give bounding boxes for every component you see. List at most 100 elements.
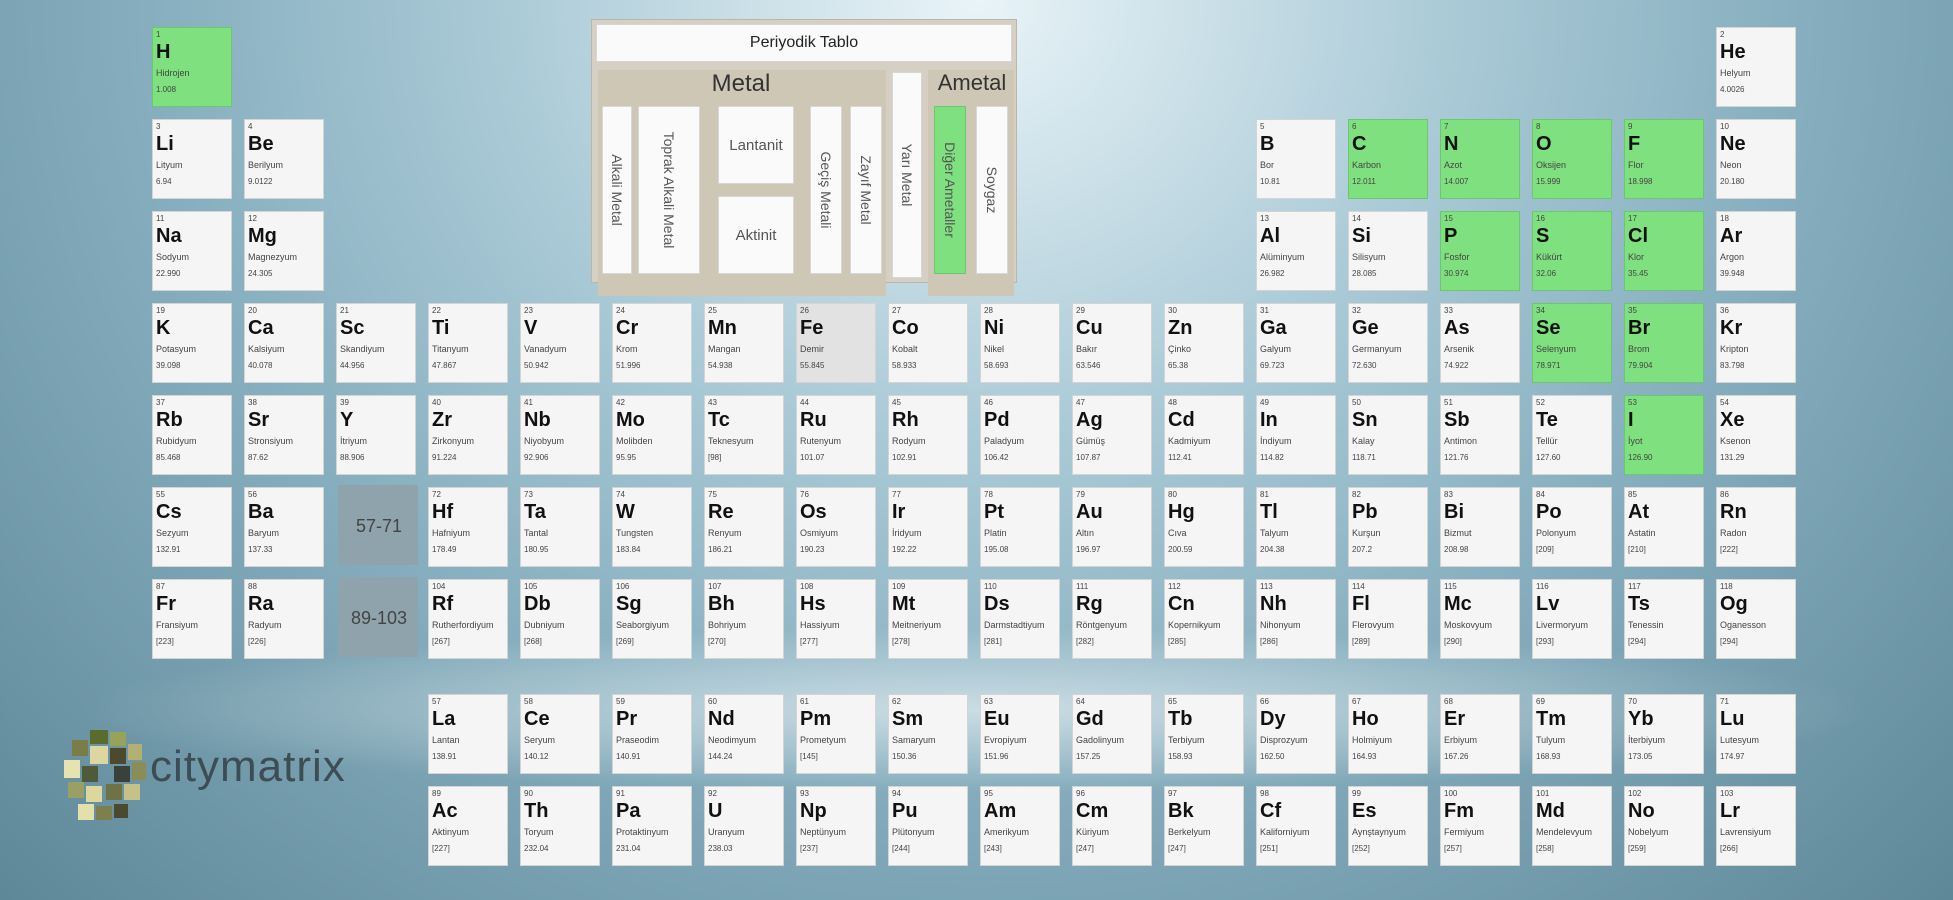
element-tile-rg[interactable]: 111 Rg Röntgenyum [282] bbox=[1072, 579, 1152, 659]
element-tile-pm[interactable]: 61 Pm Prometyum [145] bbox=[796, 694, 876, 774]
element-tile-li[interactable]: 3 Li Lityum 6.94 bbox=[152, 119, 232, 199]
element-tile-ca[interactable]: 20 Ca Kalsiyum 40.078 bbox=[244, 303, 324, 383]
element-tile-cn[interactable]: 112 Cn Kopernikyum [285] bbox=[1164, 579, 1244, 659]
filter-gecis-metali[interactable]: Geçiş Metali bbox=[810, 106, 842, 274]
element-tile-no[interactable]: 102 No Nobelyum [259] bbox=[1624, 786, 1704, 866]
element-tile-bk[interactable]: 97 Bk Berkelyum [247] bbox=[1164, 786, 1244, 866]
element-tile-cr[interactable]: 24 Cr Krom 51.996 bbox=[612, 303, 692, 383]
element-tile-bh[interactable]: 107 Bh Bohriyum [270] bbox=[704, 579, 784, 659]
element-tile-bi[interactable]: 83 Bi Bizmut 208.98 bbox=[1440, 487, 1520, 567]
element-tile-sm[interactable]: 62 Sm Samaryum 150.36 bbox=[888, 694, 968, 774]
element-tile-sb[interactable]: 51 Sb Antimon 121.76 bbox=[1440, 395, 1520, 475]
element-tile-h[interactable]: 1 H Hidrojen 1.008 bbox=[152, 27, 232, 107]
element-tile-nh[interactable]: 113 Nh Nihonyum [286] bbox=[1256, 579, 1336, 659]
element-tile-cm[interactable]: 96 Cm Küriyum [247] bbox=[1072, 786, 1152, 866]
element-tile-mt[interactable]: 109 Mt Meitneriyum [278] bbox=[888, 579, 968, 659]
element-tile-ds[interactable]: 110 Ds Darmstadtiyum [281] bbox=[980, 579, 1060, 659]
element-tile-ho[interactable]: 67 Ho Holmiyum 164.93 bbox=[1348, 694, 1428, 774]
element-tile-ar[interactable]: 18 Ar Argon 39.948 bbox=[1716, 211, 1796, 291]
element-tile-lv[interactable]: 116 Lv Livermoryum [293] bbox=[1532, 579, 1612, 659]
element-tile-fl[interactable]: 114 Fl Flerovyum [289] bbox=[1348, 579, 1428, 659]
element-tile-tc[interactable]: 43 Tc Teknesyum [98] bbox=[704, 395, 784, 475]
filter-soygaz[interactable]: Soygaz bbox=[976, 106, 1008, 274]
element-tile-ti[interactable]: 22 Ti Titanyum 47.867 bbox=[428, 303, 508, 383]
element-tile-np[interactable]: 93 Np Neptünyum [237] bbox=[796, 786, 876, 866]
element-tile-pd[interactable]: 46 Pd Paladyum 106.42 bbox=[980, 395, 1060, 475]
element-tile-al[interactable]: 13 Al Alüminyum 26.982 bbox=[1256, 211, 1336, 291]
element-tile-mo[interactable]: 42 Mo Molibden 95.95 bbox=[612, 395, 692, 475]
element-tile-ra[interactable]: 88 Ra Radyum [226] bbox=[244, 579, 324, 659]
element-tile-yb[interactable]: 70 Yb İterbiyum 173.05 bbox=[1624, 694, 1704, 774]
element-tile-cl[interactable]: 17 Cl Klor 35.45 bbox=[1624, 211, 1704, 291]
element-tile-re[interactable]: 75 Re Renyum 186.21 bbox=[704, 487, 784, 567]
element-tile-rn[interactable]: 86 Rn Radon [222] bbox=[1716, 487, 1796, 567]
element-tile-sr[interactable]: 38 Sr Stronsiyum 87.62 bbox=[244, 395, 324, 475]
element-tile-ba[interactable]: 56 Ba Baryum 137.33 bbox=[244, 487, 324, 567]
element-tile-o[interactable]: 8 O Oksijen 15.999 bbox=[1532, 119, 1612, 199]
element-tile-ce[interactable]: 58 Ce Seryum 140.12 bbox=[520, 694, 600, 774]
element-tile-b[interactable]: 5 B Bor 10.81 bbox=[1256, 119, 1336, 199]
element-tile-cs[interactable]: 55 Cs Sezyum 132.91 bbox=[152, 487, 232, 567]
element-tile-tb[interactable]: 65 Tb Terbiyum 158.93 bbox=[1164, 694, 1244, 774]
element-tile-p[interactable]: 15 P Fosfor 30.974 bbox=[1440, 211, 1520, 291]
element-tile-ru[interactable]: 44 Ru Rutenyum 101.07 bbox=[796, 395, 876, 475]
element-tile-la[interactable]: 57 La Lantan 138.91 bbox=[428, 694, 508, 774]
element-tile-fe[interactable]: 26 Fe Demir 55.845 bbox=[796, 303, 876, 383]
element-tile-sc[interactable]: 21 Sc Skandiyum 44.956 bbox=[336, 303, 416, 383]
element-tile-cf[interactable]: 98 Cf Kaliforniyum [251] bbox=[1256, 786, 1336, 866]
element-tile-na[interactable]: 11 Na Sodyum 22.990 bbox=[152, 211, 232, 291]
element-tile-v[interactable]: 23 V Vanadyum 50.942 bbox=[520, 303, 600, 383]
filter-diger-ametaller[interactable]: Diğer Ametaller bbox=[934, 106, 966, 274]
filter-lantanit[interactable]: Lantanit bbox=[718, 106, 794, 184]
element-tile-sn[interactable]: 50 Sn Kalay 118.71 bbox=[1348, 395, 1428, 475]
element-tile-zn[interactable]: 30 Zn Çinko 65.38 bbox=[1164, 303, 1244, 383]
element-tile-es[interactable]: 99 Es Aynştaynyum [252] bbox=[1348, 786, 1428, 866]
element-tile-cu[interactable]: 29 Cu Bakır 63.546 bbox=[1072, 303, 1152, 383]
element-tile-co[interactable]: 27 Co Kobalt 58.933 bbox=[888, 303, 968, 383]
element-tile-rf[interactable]: 104 Rf Rutherfordiyum [267] bbox=[428, 579, 508, 659]
element-tile-lr[interactable]: 103 Lr Lavrensiyum [266] bbox=[1716, 786, 1796, 866]
element-tile-ge[interactable]: 32 Ge Germanyum 72.630 bbox=[1348, 303, 1428, 383]
element-tile-tl[interactable]: 81 Tl Talyum 204.38 bbox=[1256, 487, 1336, 567]
element-tile-ag[interactable]: 47 Ag Gümüş 107.87 bbox=[1072, 395, 1152, 475]
element-tile-th[interactable]: 90 Th Toryum 232.04 bbox=[520, 786, 600, 866]
element-tile-fm[interactable]: 100 Fm Fermiyum [257] bbox=[1440, 786, 1520, 866]
element-tile-sg[interactable]: 106 Sg Seaborgiyum [269] bbox=[612, 579, 692, 659]
element-tile-ga[interactable]: 31 Ga Galyum 69.723 bbox=[1256, 303, 1336, 383]
element-tile-ir[interactable]: 77 Ir İridyum 192.22 bbox=[888, 487, 968, 567]
element-tile-c[interactable]: 6 C Karbon 12.011 bbox=[1348, 119, 1428, 199]
element-tile-er[interactable]: 68 Er Erbiyum 167.26 bbox=[1440, 694, 1520, 774]
element-tile-gd[interactable]: 64 Gd Gadolinyum 157.25 bbox=[1072, 694, 1152, 774]
element-tile-am[interactable]: 95 Am Amerikyum [243] bbox=[980, 786, 1060, 866]
element-tile-nd[interactable]: 60 Nd Neodimyum 144.24 bbox=[704, 694, 784, 774]
element-tile-kr[interactable]: 36 Kr Kripton 83.798 bbox=[1716, 303, 1796, 383]
element-tile-mn[interactable]: 25 Mn Mangan 54.938 bbox=[704, 303, 784, 383]
element-tile-pb[interactable]: 82 Pb Kurşun 207.2 bbox=[1348, 487, 1428, 567]
element-tile-mg[interactable]: 12 Mg Magnezyum 24.305 bbox=[244, 211, 324, 291]
element-tile-be[interactable]: 4 Be Berilyum 9.0122 bbox=[244, 119, 324, 199]
lanthanide-range-button[interactable]: 57-71 bbox=[338, 485, 418, 565]
element-tile-pr[interactable]: 59 Pr Praseodim 140.91 bbox=[612, 694, 692, 774]
element-tile-nb[interactable]: 41 Nb Niyobyum 92.906 bbox=[520, 395, 600, 475]
element-tile-tm[interactable]: 69 Tm Tulyum 168.93 bbox=[1532, 694, 1612, 774]
element-tile-mc[interactable]: 115 Mc Moskovyum [290] bbox=[1440, 579, 1520, 659]
element-tile-te[interactable]: 52 Te Tellür 127.60 bbox=[1532, 395, 1612, 475]
element-tile-in[interactable]: 49 In İndiyum 114.82 bbox=[1256, 395, 1336, 475]
element-tile-f[interactable]: 9 F Flor 18.998 bbox=[1624, 119, 1704, 199]
element-tile-cd[interactable]: 48 Cd Kadmiyum 112.41 bbox=[1164, 395, 1244, 475]
element-tile-pt[interactable]: 78 Pt Platin 195.08 bbox=[980, 487, 1060, 567]
element-tile-w[interactable]: 74 W Tungsten 183.84 bbox=[612, 487, 692, 567]
element-tile-ni[interactable]: 28 Ni Nikel 58.693 bbox=[980, 303, 1060, 383]
element-tile-k[interactable]: 19 K Potasyum 39.098 bbox=[152, 303, 232, 383]
element-tile-hf[interactable]: 72 Hf Hafniyum 178.49 bbox=[428, 487, 508, 567]
element-tile-y[interactable]: 39 Y İtriyum 88.906 bbox=[336, 395, 416, 475]
element-tile-fr[interactable]: 87 Fr Fransiyum [223] bbox=[152, 579, 232, 659]
element-tile-s[interactable]: 16 S Kükürt 32.06 bbox=[1532, 211, 1612, 291]
element-tile-pa[interactable]: 91 Pa Protaktinyum 231.04 bbox=[612, 786, 692, 866]
element-tile-i[interactable]: 53 I İyot 126.90 bbox=[1624, 395, 1704, 475]
element-tile-he[interactable]: 2 He Helyum 4.0026 bbox=[1716, 27, 1796, 107]
element-tile-eu[interactable]: 63 Eu Evropiyum 151.96 bbox=[980, 694, 1060, 774]
element-tile-n[interactable]: 7 N Azot 14.007 bbox=[1440, 119, 1520, 199]
filter-aktinit[interactable]: Aktinit bbox=[718, 196, 794, 274]
element-tile-dy[interactable]: 66 Dy Disprozyum 162.50 bbox=[1256, 694, 1336, 774]
